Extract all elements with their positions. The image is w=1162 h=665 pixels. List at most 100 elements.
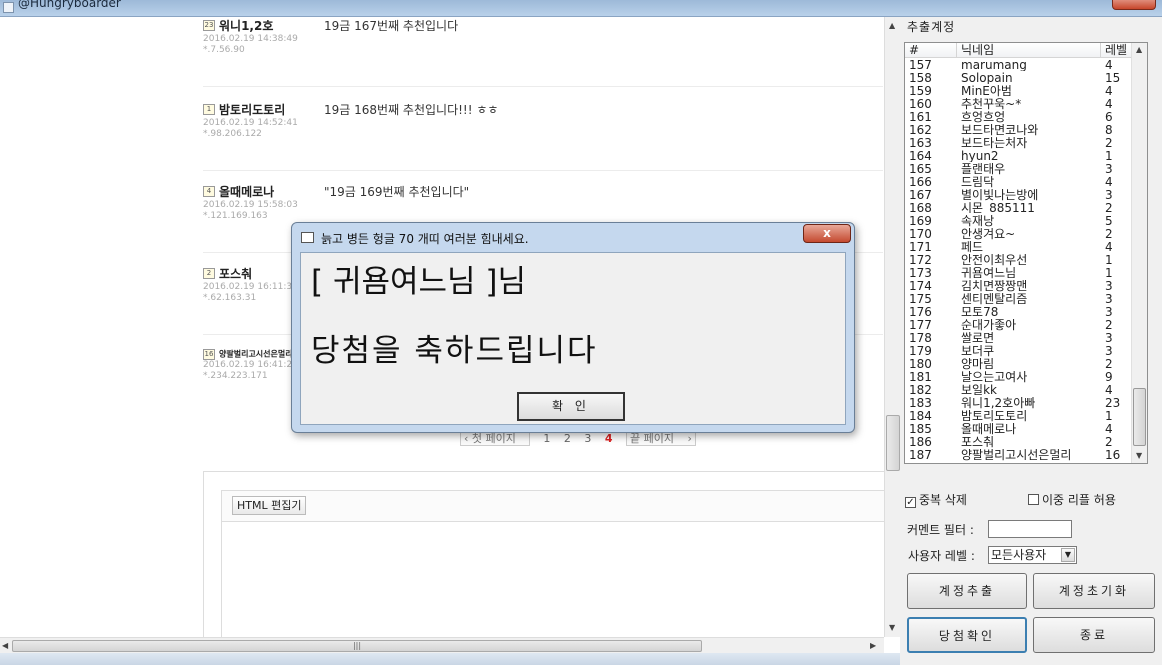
list-item[interactable]: 186 포스춰 2 [905, 436, 1133, 449]
editor-textarea[interactable] [221, 521, 884, 637]
row-no: 167 [909, 189, 932, 201]
page-link-2[interactable]: 2 [564, 432, 571, 445]
column-level[interactable]: 레벨 [1101, 43, 1133, 58]
list-item[interactable]: 165 플랜태우 3 [905, 163, 1133, 176]
list-item[interactable]: 172 안전이최우선 1 [905, 254, 1133, 267]
list-item[interactable]: 167 별이빛나는방에 3 [905, 189, 1133, 202]
extract-panel: 추출계정 # 닉네임 레벨 157 marumang 4 158 Solopain 15 1… [900, 17, 1162, 665]
scroll-down-icon[interactable]: ▼ [1136, 451, 1142, 460]
list-item[interactable]: 182 보일kk 4 [905, 384, 1133, 397]
row-no: 185 [909, 423, 932, 435]
page-link-1[interactable]: 1 [543, 432, 550, 445]
html-editor-button[interactable]: HTML 편집기 [232, 496, 307, 515]
post-nickname[interactable]: 워니1,2호 [219, 19, 273, 33]
post-date: 2016.02.19 14:38:49 [203, 34, 298, 44]
user-level-select[interactable]: 모든사용자 ▼ [988, 546, 1077, 564]
list-item[interactable]: 163 보드타는처자 2 [905, 137, 1133, 150]
row-no: 161 [909, 111, 932, 123]
row-level: 8 [1105, 124, 1113, 136]
screen: @Hungryboarder 23 워니1,2호 2016.02.19 14:38… [0, 0, 1162, 665]
list-item[interactable]: 185 올때메로나 4 [905, 423, 1133, 436]
row-nick: 모토78 [961, 306, 999, 318]
row-no: 168 [909, 202, 932, 214]
post-date: 2016.02.19 14:52:41 [203, 118, 298, 128]
list-item[interactable]: 162 보드타면코나와 8 [905, 124, 1133, 137]
comment-filter-input[interactable] [988, 520, 1072, 538]
column-no[interactable]: # [905, 43, 957, 58]
scrollbar-thumb[interactable]: ||| [12, 640, 702, 652]
dialog-close-button[interactable]: x [803, 224, 851, 243]
first-page-link[interactable]: ‹ 첫 페이지 [460, 431, 530, 446]
list-item[interactable]: 169 속재낭 5 [905, 215, 1133, 228]
window-title: @Hungryboarder [18, 0, 121, 10]
browser-horizontal-scrollbar[interactable]: ◀ ||| ▶ [0, 637, 884, 653]
scrollbar-thumb[interactable] [886, 415, 900, 471]
last-page-link[interactable]: 끝 페이지 › [626, 431, 696, 446]
list-scrollbar[interactable]: ▲ ▼ [1131, 43, 1147, 463]
post-ip: *.98.206.122 [203, 129, 262, 139]
list-item[interactable]: 168 시몬_885111 2 [905, 202, 1133, 215]
row-nick: 보드타는처자 [961, 137, 1028, 149]
scroll-up-icon[interactable]: ▲ [889, 21, 895, 30]
list-item[interactable]: 161 흐엉흐엉 6 [905, 111, 1133, 124]
post-nickname[interactable]: 포스춰 [219, 267, 252, 281]
scroll-left-icon[interactable]: ◀ [2, 641, 8, 650]
list-item[interactable]: 157 marumang 4 [905, 59, 1133, 72]
list-item[interactable]: 173 귀욤여느님 1 [905, 267, 1133, 280]
list-item[interactable]: 177 순대가좋아 2 [905, 319, 1133, 332]
post-nickname[interactable]: 올때메로나 [219, 185, 274, 199]
row-level: 5 [1105, 215, 1113, 227]
list-item[interactable]: 175 센티멘탈리즘 3 [905, 293, 1133, 306]
row-level: 2 [1105, 137, 1113, 149]
list-item[interactable]: 176 모토78 3 [905, 306, 1133, 319]
allow-double-checkbox[interactable]: 이중 리플 허용 [1028, 491, 1116, 508]
row-nick: 안전이최우선 [961, 254, 1028, 266]
dedupe-checkbox[interactable]: ✓ 중복 삭제 [905, 491, 967, 508]
list-item[interactable]: 180 양마림 2 [905, 358, 1133, 371]
row-nick: 김치면짱짱맨 [961, 280, 1028, 292]
list-item[interactable]: 181 날으는고여사 9 [905, 371, 1133, 384]
list-item[interactable]: 174 김치면짱짱맨 3 [905, 280, 1133, 293]
page-link-current[interactable]: 4 [605, 432, 613, 445]
row-level: 4 [1105, 423, 1113, 435]
row-no: 163 [909, 137, 932, 149]
list-item[interactable]: 166 드림닥 4 [905, 176, 1133, 189]
check-winner-button[interactable]: 당첨확인 [907, 617, 1027, 653]
row-nick: 플랜태우 [961, 163, 1006, 175]
app-icon [3, 2, 14, 13]
list-item[interactable]: 159 MinE아범 4 [905, 85, 1133, 98]
column-nick[interactable]: 닉네임 [957, 43, 1101, 58]
row-level: 2 [1105, 436, 1113, 448]
row-level: 2 [1105, 202, 1113, 214]
winner-name-text: [ 귀욤여느님 ]님 [311, 264, 527, 300]
exit-button[interactable]: 종료 [1033, 617, 1155, 653]
list-item[interactable]: 187 양팔벌리고시선은멀리 16 [905, 449, 1133, 462]
list-item[interactable]: 183 워니1,2호아빠 23 [905, 397, 1133, 410]
reset-accounts-button[interactable]: 계정초기화 [1033, 573, 1155, 609]
post-nickname[interactable]: 밤토리도토리 [219, 103, 285, 117]
row-no: 157 [909, 59, 932, 71]
scroll-right-icon[interactable]: ▶ [870, 641, 876, 650]
list-item[interactable]: 179 보더쿠 3 [905, 345, 1133, 358]
browser-vertical-scrollbar[interactable]: ▲ ▼ [884, 17, 900, 637]
scrollbar-thumb[interactable] [1133, 388, 1146, 446]
list-item[interactable]: 158 Solopain 15 [905, 72, 1133, 85]
post-message: 19금 167번째 추천입니다 [324, 19, 459, 33]
list-item[interactable]: 160 추천꾸욱~* 4 [905, 98, 1133, 111]
page-link-3[interactable]: 3 [584, 432, 591, 445]
row-nick: 양마림 [961, 358, 995, 370]
post-nickname[interactable]: 양팔벌리고시선은멀리 [219, 350, 293, 359]
list-item[interactable]: 178 쌀로면 3 [905, 332, 1133, 345]
scroll-down-icon[interactable]: ▼ [889, 623, 895, 632]
list-item[interactable]: 164 hyun2 1 [905, 150, 1133, 163]
row-no: 158 [909, 72, 932, 84]
list-item[interactable]: 184 밤토리도토리 1 [905, 410, 1133, 423]
list-item[interactable]: 170 안생겨요~ 2 [905, 228, 1133, 241]
chevron-down-icon[interactable]: ▼ [1061, 548, 1075, 562]
list-item[interactable]: 171 페드 4 [905, 241, 1133, 254]
ok-button[interactable]: 확 인 [517, 392, 625, 421]
scroll-up-icon[interactable]: ▲ [1136, 45, 1142, 54]
extract-accounts-button[interactable]: 계정추출 [907, 573, 1027, 609]
window-close-button[interactable] [1112, 0, 1156, 10]
account-list[interactable]: # 닉네임 레벨 157 marumang 4 158 Solopain 15 159 Min… [904, 42, 1148, 464]
